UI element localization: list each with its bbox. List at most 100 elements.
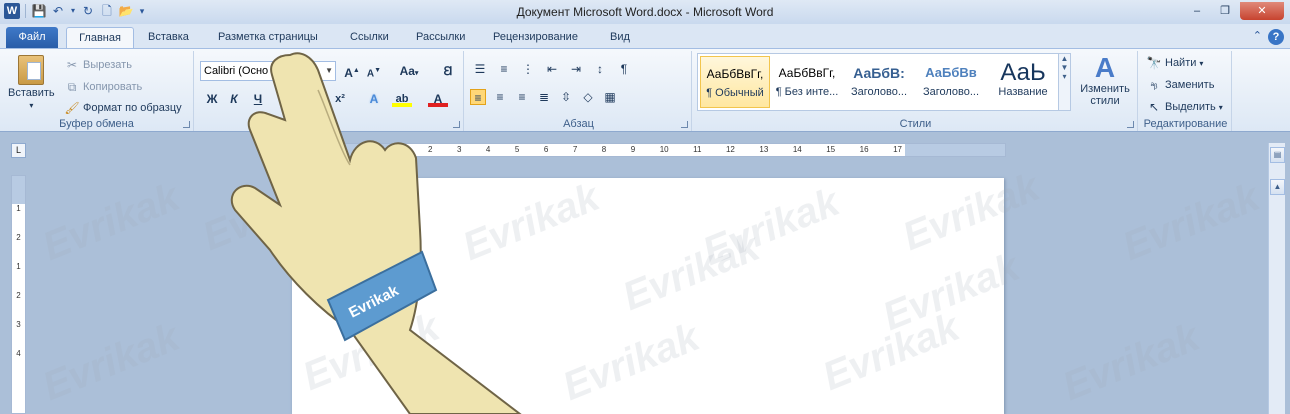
ruler-tick-label: 11 xyxy=(693,145,702,154)
close-button[interactable]: ✕ xyxy=(1240,2,1284,20)
styles-dialog-launcher-icon[interactable] xyxy=(1127,121,1134,128)
paste-button[interactable]: Вставить ▾ xyxy=(8,55,55,110)
clipboard-dialog-launcher-icon[interactable] xyxy=(183,121,190,128)
numbering-icon[interactable]: ≡ xyxy=(496,61,512,77)
chevron-down-icon: ▾ xyxy=(1218,102,1223,112)
shrink-font-button[interactable]: A▼ xyxy=(364,61,384,81)
font-color-button[interactable]: A xyxy=(428,89,448,107)
copy-button[interactable]: ⧉ Копировать xyxy=(64,79,143,95)
increase-indent-icon[interactable]: ⇥ xyxy=(568,61,584,77)
bold-button[interactable]: Ж xyxy=(202,89,222,109)
chevron-down-icon: ▾ xyxy=(29,101,34,110)
tab-review[interactable]: Рецензирование xyxy=(491,27,580,48)
tab-references[interactable]: Ссылки xyxy=(348,27,391,48)
group-font: Calibri (Осно ▼ A▲ A▼ Aa▾ Ꞛ Ж К Ч x² A a… xyxy=(196,51,464,131)
vertical-ruler-tick-label: 3 xyxy=(16,320,21,329)
chevron-down-icon[interactable]: ▼ xyxy=(325,62,333,80)
ruler-tick-label: 10 xyxy=(659,145,669,154)
help-icon[interactable]: ? xyxy=(1268,29,1284,45)
vertical-ruler-tick-label: 1 xyxy=(16,262,21,271)
font-dialog-launcher-icon[interactable] xyxy=(453,121,460,128)
copy-label: Копировать xyxy=(83,81,143,93)
clear-formatting-icon[interactable]: Ꞛ xyxy=(438,61,458,81)
align-right-icon[interactable]: ≡ xyxy=(514,89,530,105)
underline-button[interactable]: Ч xyxy=(248,89,268,109)
paste-icon xyxy=(18,55,45,85)
pilcrow-icon[interactable]: ¶ xyxy=(616,61,632,77)
replace-button[interactable]: ᵃᵦ Заменить xyxy=(1146,77,1215,93)
tab-file[interactable]: Файл xyxy=(6,27,58,48)
style-heading-1[interactable]: АаБбВ: Заголово... xyxy=(844,56,914,108)
ruler-tick-label: 14 xyxy=(792,145,802,154)
gallery-scroll[interactable]: ▲ ▼ ▾ xyxy=(1058,54,1070,110)
styles-gallery: АаБбВвГг, ¶ Обычный АаБбВвГг, ¶ Без инте… xyxy=(697,53,1071,111)
group-label-clipboard: Буфер обмена xyxy=(59,118,134,130)
format-painter-button[interactable]: 🖌 Формат по образцу xyxy=(64,100,181,116)
replace-icon: ᵃᵦ xyxy=(1150,80,1158,90)
horizontal-ruler[interactable]: 1 2 3 4 5 6 7 8 9 10 11 12 13 14 15 16 17 xyxy=(292,143,1006,157)
line-spacing-icon[interactable]: ⇳ xyxy=(558,89,574,105)
vertical-ruler-tick-label: 4 xyxy=(16,349,21,358)
change-styles-button[interactable]: A Изменить стили xyxy=(1080,53,1130,108)
ruler-tick-label: 16 xyxy=(859,145,869,154)
justify-icon[interactable]: ≣ xyxy=(536,89,552,105)
sort-icon[interactable]: ↕ xyxy=(592,61,608,77)
view-ruler-icon[interactable]: ▤ xyxy=(1270,147,1285,163)
ruler-tick-label: 4 xyxy=(485,145,491,154)
tab-home[interactable]: Главная xyxy=(66,27,134,48)
paste-label: Вставить xyxy=(8,87,55,99)
replace-label: Заменить xyxy=(1165,79,1215,91)
paragraph-row-1: ☰ ≡ ⋮ ⇤ ⇥ ↕ ¶ xyxy=(472,61,632,77)
change-case-button[interactable]: Aa▾ xyxy=(396,61,422,81)
tab-selector[interactable]: L xyxy=(11,143,26,158)
font-name-combo[interactable]: Calibri (Осно ▼ xyxy=(200,61,336,81)
style-normal[interactable]: АаБбВвГг, ¶ Обычный xyxy=(700,56,770,108)
grow-font-button[interactable]: A▲ xyxy=(342,61,362,81)
style-no-spacing[interactable]: АаБбВвГг, ¶ Без инте... xyxy=(772,56,842,108)
scroll-up-icon[interactable]: ▲ xyxy=(1270,179,1285,195)
select-button[interactable]: ↖ Выделить ▾ xyxy=(1146,99,1223,115)
group-label-editing: Редактирование xyxy=(1143,118,1228,130)
align-center-icon[interactable]: ≡ xyxy=(492,89,508,105)
tab-view[interactable]: Вид xyxy=(608,27,632,48)
vertical-ruler-tick-label: 1 xyxy=(16,204,21,213)
multilevel-list-icon[interactable]: ⋮ xyxy=(520,61,536,77)
group-label-styles: Стили xyxy=(899,118,932,130)
minimize-button[interactable]: – xyxy=(1184,2,1210,20)
italic-button[interactable]: К xyxy=(224,89,244,109)
ruler-tick-label: 1 xyxy=(399,145,404,154)
ruler-tick-label: 8 xyxy=(601,145,607,154)
binoculars-icon: 🔭 xyxy=(1146,56,1162,70)
superscript-button[interactable]: x² xyxy=(330,89,350,109)
highlight-button[interactable]: ab xyxy=(392,89,412,107)
group-paragraph: ☰ ≡ ⋮ ⇤ ⇥ ↕ ¶ ≡ ≡ ≡ ≣ ⇳ ◇ ▦ Абзац xyxy=(466,51,692,131)
find-button[interactable]: 🔭 Найти ▾ xyxy=(1146,55,1204,71)
vertical-ruler[interactable]: 1 2 1 2 3 4 xyxy=(11,175,26,414)
bullets-icon[interactable]: ☰ xyxy=(472,61,488,77)
borders-icon[interactable]: ▦ xyxy=(602,89,618,105)
scissors-icon: ✂ xyxy=(66,58,78,72)
cut-button[interactable]: ✂ Вырезать xyxy=(64,57,132,73)
decrease-indent-icon[interactable]: ⇤ xyxy=(544,61,560,77)
tab-insert[interactable]: Вставка xyxy=(146,27,191,48)
collapse-ribbon-icon[interactable]: ⌃ xyxy=(1253,29,1262,45)
ruler-top-margin xyxy=(12,176,25,204)
shading-icon[interactable]: ◇ xyxy=(580,89,596,105)
paragraph-dialog-launcher-icon[interactable] xyxy=(681,121,688,128)
restore-button[interactable]: ❐ xyxy=(1212,2,1238,20)
style-heading-2[interactable]: АаБбВв Заголово... xyxy=(916,56,986,108)
watermark-text: Evrikak xyxy=(1116,174,1266,270)
window-title: Документ Microsoft Word.docx - Microsoft… xyxy=(516,5,774,19)
style-title[interactable]: АаЬ Название xyxy=(988,56,1058,108)
tab-mailings[interactable]: Рассылки xyxy=(414,27,467,48)
paragraph-row-2: ≡ ≡ ≡ ≣ ⇳ ◇ ▦ xyxy=(470,89,618,105)
chevron-down-icon: ▾ xyxy=(1199,58,1204,68)
document-page[interactable] xyxy=(292,178,1004,414)
change-styles-label: Изменить стили xyxy=(1080,83,1130,107)
vertical-scrollbar[interactable]: ▤ ▲ xyxy=(1268,143,1285,414)
tab-page-layout[interactable]: Разметка страницы xyxy=(216,27,320,48)
align-left-icon[interactable]: ≡ xyxy=(470,89,486,105)
text-effects-button[interactable]: A xyxy=(364,89,384,109)
vertical-ruler-tick-label: 2 xyxy=(16,291,21,300)
ribbon-tabs: Файл Главная Вставка Разметка страницы С… xyxy=(0,24,1290,48)
